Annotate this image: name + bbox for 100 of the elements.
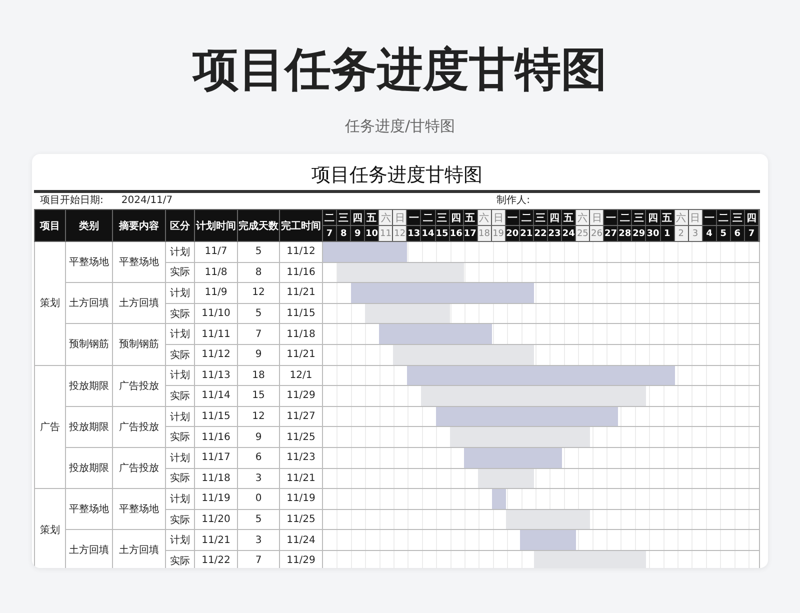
date-header: 26	[590, 226, 604, 241]
date-header: 10	[365, 226, 380, 241]
table-cell: 11/14	[194, 386, 238, 406]
date-header: 2	[674, 226, 689, 241]
table-cell: 9	[238, 344, 280, 366]
table-cell: 投放期限	[66, 365, 112, 406]
date-header: 27	[604, 226, 618, 241]
author-label: 制作人:	[496, 194, 530, 208]
table-cell: 11/27	[280, 406, 322, 427]
table-cell: 12	[238, 282, 280, 304]
weekday-header: 四	[646, 210, 661, 225]
table-cell: 3	[238, 530, 280, 550]
column-header: 项目	[34, 210, 66, 242]
table-cell: 11/20	[194, 509, 238, 530]
table-cell: 12	[238, 406, 280, 427]
date-header: 23	[548, 226, 562, 241]
table-cell: 8	[238, 262, 280, 283]
weekday-header: 一	[407, 210, 422, 225]
table-cell: 计划	[166, 530, 194, 550]
table-cell: 11/10	[194, 303, 238, 324]
table-cell: 实际	[166, 468, 194, 489]
table-cell: 广告	[34, 365, 66, 489]
weekday-header: 日	[688, 210, 703, 225]
date-header: 15	[436, 226, 450, 241]
table-cell: 15	[238, 386, 280, 406]
table-cell: 实际	[166, 303, 194, 324]
table-cell: 实际	[166, 386, 194, 406]
table-cell: 11/21	[194, 530, 238, 550]
date-header: 29	[632, 226, 646, 241]
date-header: 13	[407, 226, 422, 241]
date-header: 28	[618, 226, 632, 241]
table-cell: 5	[238, 509, 280, 530]
weekday-header: 二	[421, 210, 436, 225]
table-cell: 9	[238, 426, 280, 448]
table-cell: 实际	[166, 262, 194, 283]
table-cell: 平整场地	[112, 488, 166, 530]
table-cell: 11/16	[280, 262, 322, 283]
weekday-header: 六	[576, 210, 590, 225]
column-header: 区分	[166, 210, 194, 242]
table-cell: 11/11	[194, 324, 238, 344]
table-cell: 计划	[166, 488, 194, 510]
table-cell: 6	[238, 447, 280, 468]
date-header: 25	[576, 226, 590, 241]
sheet-title: 项目任务进度甘特图	[312, 163, 482, 188]
table-cell: 11/8	[194, 262, 238, 283]
table-cell: 预制钢筋	[112, 324, 166, 366]
column-header: 计划时间	[194, 210, 238, 242]
table-cell: 平整场地	[66, 488, 112, 530]
date-header: 3	[688, 226, 703, 241]
table-cell: 11/25	[280, 509, 322, 530]
table-cell: 11/23	[280, 447, 322, 468]
date-header: 11	[379, 226, 394, 241]
table-cell: 11/21	[280, 344, 322, 366]
date-header: 20	[506, 226, 520, 241]
weekday-header: 五	[365, 210, 380, 225]
date-header: 30	[646, 226, 661, 241]
table-cell: 计划	[166, 365, 194, 386]
date-header: 18	[478, 226, 492, 241]
table-cell: 11/21	[280, 468, 322, 489]
weekday-header: 三	[337, 210, 352, 225]
table-cell: 土方回填	[112, 282, 166, 324]
table-cell: 3	[238, 468, 280, 489]
date-header: 19	[492, 226, 506, 241]
weekday-header: 四	[548, 210, 562, 225]
date-header: 1	[660, 226, 675, 241]
weekday-header: 日	[393, 210, 408, 225]
weekday-header: 日	[492, 210, 506, 225]
date-header: 14	[421, 226, 436, 241]
table-cell: 5	[238, 242, 280, 262]
weekday-header: 五	[660, 210, 675, 225]
table-cell: 投放期限	[66, 406, 112, 448]
table-cell: 11/29	[280, 386, 322, 406]
weekday-header: 二	[716, 210, 731, 225]
weekday-header: 五	[464, 210, 478, 225]
column-header: 类别	[66, 210, 112, 242]
weekday-header: 四	[450, 210, 464, 225]
weekday-header: 日	[590, 210, 604, 225]
date-header: 21	[520, 226, 534, 241]
weekday-header: 三	[436, 210, 450, 225]
table-cell: 广告投放	[112, 406, 166, 448]
table-cell: 11/15	[280, 303, 322, 324]
table-cell: 11/24	[280, 530, 322, 550]
column-header: 摘要内容	[112, 210, 166, 242]
start-date-label: 项目开始日期:	[40, 194, 104, 208]
table-cell: 投放期限	[66, 447, 112, 489]
weekday-header: 一	[604, 210, 618, 225]
weekday-header: 二	[323, 210, 338, 225]
page-subtitle: 任务进度/甘特图	[344, 116, 456, 136]
table-cell: 实际	[166, 344, 194, 366]
table-cell: 0	[238, 488, 280, 510]
table-cell: 预制钢筋	[66, 324, 112, 366]
date-header: 22	[534, 226, 548, 241]
weekday-header: 三	[730, 210, 745, 225]
weekday-header: 一	[702, 210, 717, 225]
weekday-header: 六	[674, 210, 689, 225]
weekday-header: 二	[618, 210, 632, 225]
table-cell: 11/7	[194, 242, 238, 262]
weekday-header: 四	[351, 210, 366, 225]
table-cell: 11/16	[194, 426, 238, 448]
table-cell: 18	[238, 365, 280, 386]
